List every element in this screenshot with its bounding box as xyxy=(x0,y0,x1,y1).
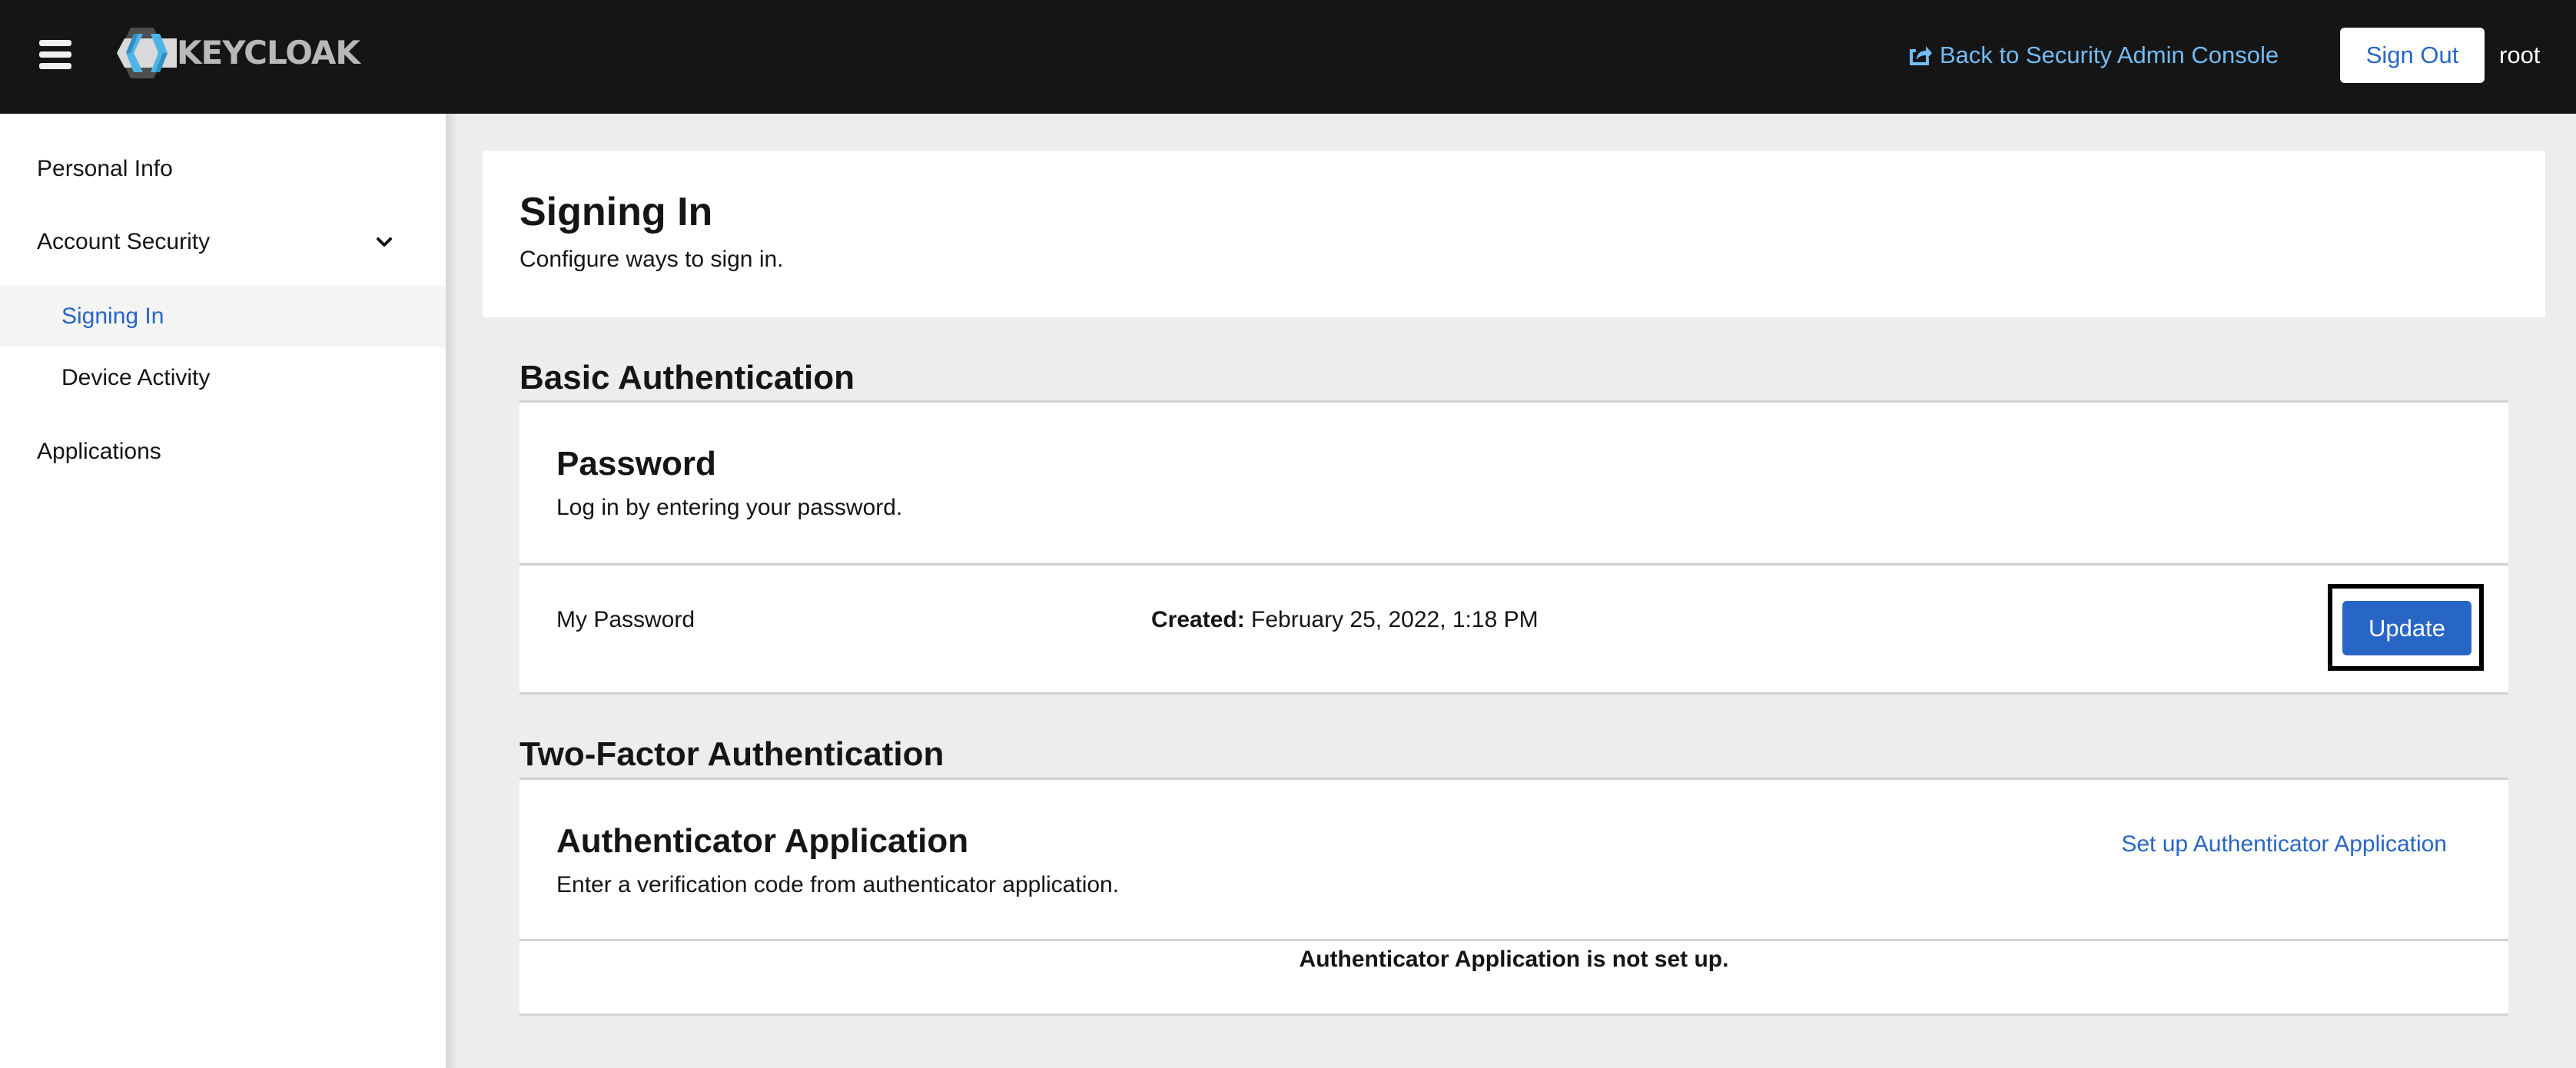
update-password-button[interactable]: Update xyxy=(2342,601,2471,655)
chevron-down-icon[interactable] xyxy=(375,233,393,251)
sidebar-item-personal-info[interactable]: Personal Info xyxy=(0,138,446,200)
back-link-label: Back to Security Admin Console xyxy=(1940,41,2279,68)
page-title: Signing In xyxy=(520,190,713,234)
sidebar-item-label: Account Security xyxy=(37,229,211,254)
sidebar-item-applications[interactable]: Applications xyxy=(0,421,446,483)
password-label: My Password xyxy=(556,607,695,632)
external-link-icon xyxy=(1910,46,1932,65)
created-value: February 25, 2022, 1:18 PM xyxy=(1251,607,1539,632)
page-header-card: Signing In Configure ways to sign in. xyxy=(483,151,2545,317)
username: root xyxy=(2499,41,2541,68)
hamburger-menu-icon[interactable] xyxy=(39,38,73,69)
masthead: KEYCLOAK Back to Security Admin Console … xyxy=(0,0,2576,114)
password-card-description: Log in by entering your password. xyxy=(556,495,903,520)
sidebar-item-signing-in[interactable]: Signing In xyxy=(0,286,446,347)
sign-out-button[interactable]: Sign Out xyxy=(2340,28,2485,83)
card-divider xyxy=(520,939,2508,941)
two-factor-section-title: Two-Factor Authentication xyxy=(520,735,944,773)
page-subtitle: Configure ways to sign in. xyxy=(520,247,784,272)
password-card-title: Password xyxy=(556,445,716,483)
setup-authenticator-link[interactable]: Set up Authenticator Application xyxy=(2121,829,2447,860)
basic-auth-section-title: Basic Authentication xyxy=(520,359,855,396)
sidebar-item-device-activity[interactable]: Device Activity xyxy=(0,347,446,409)
created-label: Created: xyxy=(1151,607,1245,632)
authenticator-card-title: Authenticator Application xyxy=(556,822,969,860)
authenticator-card-description: Enter a verification code from authentic… xyxy=(556,872,1120,897)
back-to-admin-console-link[interactable]: Back to Security Admin Console xyxy=(1907,37,2279,74)
sidebar-item-label: Applications xyxy=(37,439,161,464)
authenticator-card: Authenticator Application Enter a verifi… xyxy=(520,778,2508,1016)
password-created: Created: February 25, 2022, 1:18 PM xyxy=(1151,605,1539,635)
sidebar-item-account-security[interactable]: Account Security xyxy=(0,211,446,273)
sidebar-item-label: Signing In xyxy=(61,303,164,329)
sidebar-nav: Personal Info Account Security Signing I… xyxy=(0,114,446,1068)
sidebar-shadow xyxy=(446,114,458,1068)
keycloak-logo[interactable]: KEYCLOAK xyxy=(117,28,360,78)
password-card: Password Log in by entering your passwor… xyxy=(520,400,2508,695)
keycloak-logo-icon xyxy=(117,28,177,78)
card-divider xyxy=(520,563,2508,566)
logo-text: KEYCLOAK xyxy=(177,34,360,71)
sidebar-item-label: Device Activity xyxy=(61,365,211,390)
update-button-focus-ring: Update xyxy=(2328,584,2484,671)
sidebar-item-label: Personal Info xyxy=(37,156,173,181)
authenticator-empty-message: Authenticator Application is not set up. xyxy=(1299,947,1729,972)
